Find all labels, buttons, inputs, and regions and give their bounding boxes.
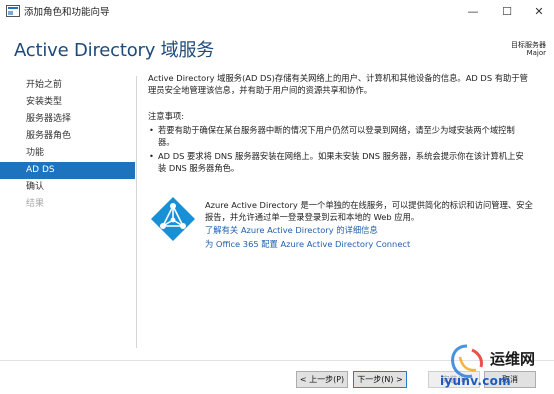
intro-paragraph: Active Directory 域服务(AD DS)存储有关网络上的用户、计算…: [148, 72, 544, 96]
note-bullet-1-line-1: 若要有助于确保在某台服务器中断的情况下用户仍然可以登录到网络，请至少为域安装两个…: [158, 125, 515, 135]
azure-ad-description: Azure Active Directory 是一个单独的在线服务，可以提供简化…: [205, 199, 545, 223]
server-manager-app-icon: [6, 5, 20, 17]
note-bullet-1: 若要有助于确保在某台服务器中断的情况下用户仍然可以登录到网络，请至少为域安装两个…: [148, 124, 544, 148]
notes-title: 注意事项:: [148, 111, 184, 121]
watermark-url: iyunv.com: [440, 374, 511, 388]
nav-item-server-selection[interactable]: 服务器选择: [0, 111, 135, 128]
nav-item-ad-ds[interactable]: AD DS: [0, 162, 135, 179]
azure-ad-connect-office365-link[interactable]: 为 Office 365 配置 Azure Active Directory C…: [205, 238, 410, 250]
window-title: 添加角色和功能向导: [24, 7, 110, 18]
nav-item-server-roles[interactable]: 服务器角色: [0, 128, 135, 145]
nav-divider: [136, 76, 137, 348]
maximize-button[interactable]: ☐: [490, 0, 524, 22]
page-header: Active Directory 域服务 目标服务器 Major: [0, 22, 554, 74]
nav-item-confirmation[interactable]: 确认: [0, 179, 135, 196]
azure-ad-learn-more-link[interactable]: 了解有关 Azure Active Directory 的详细信息: [205, 224, 378, 236]
intro-line-1: Active Directory 域服务(AD DS)存储有关网络上的用户、计算…: [148, 73, 528, 83]
wizard-nav: 开始之前 安装类型 服务器选择 服务器角色 功能 AD DS 确认 结果: [0, 76, 135, 348]
close-button[interactable]: ✕: [522, 0, 554, 22]
note-bullet-2: AD DS 要求将 DNS 服务器安装在网络上。如果未安装 DNS 服务器，系统…: [148, 150, 544, 174]
next-button[interactable]: 下一步(N) >: [353, 371, 407, 388]
azure-ad-pyramid-icon: [151, 197, 195, 241]
nav-item-before-you-begin[interactable]: 开始之前: [0, 77, 135, 94]
destination-server-value: Major: [526, 49, 546, 57]
page-title: Active Directory 域服务: [14, 40, 215, 61]
nav-item-results: 结果: [26, 199, 45, 209]
previous-button[interactable]: < 上一步(P): [296, 371, 348, 388]
note-bullet-2-line-1: AD DS 要求将 DNS 服务器安装在网络上。如果未安装 DNS 服务器，系统…: [158, 151, 524, 161]
azure-ad-description-line-1: Azure Active Directory 是一个单独的在线服务，可以提供简化…: [205, 200, 533, 210]
nav-item-features[interactable]: 功能: [0, 145, 135, 162]
minimize-button[interactable]: —: [456, 0, 490, 22]
azure-ad-description-line-2: 报告，并允许通过单一登录登录到云和本地的 Web 应用。: [205, 212, 420, 222]
nav-item-installation-type[interactable]: 安装类型: [0, 94, 135, 111]
watermark-logo-text: 运维网: [490, 350, 536, 368]
intro-line-2: 理员安全地管理该信息，并有助于用户间的资源共享和协作。: [148, 85, 373, 95]
note-bullet-1-line-2: 器。: [158, 137, 175, 147]
title-bar: 添加角色和功能向导 — ☐ ✕: [0, 0, 554, 22]
note-bullet-2-line-2: 装 DNS 服务器角色。: [158, 163, 240, 173]
